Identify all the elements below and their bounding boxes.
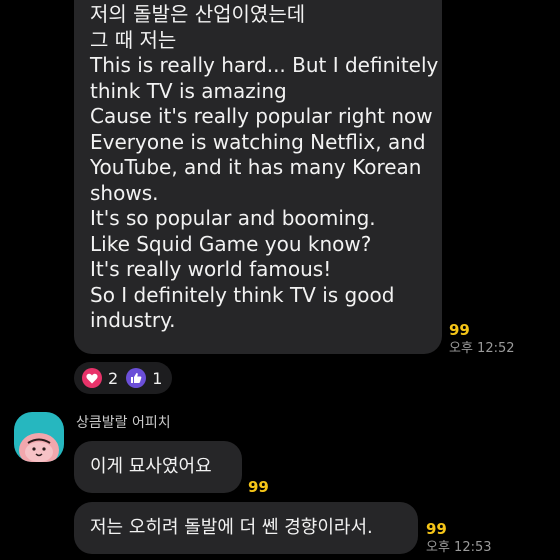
- heart-icon: [82, 368, 102, 388]
- message-line: industry.: [90, 308, 176, 332]
- message-time: 오후 12:53: [426, 540, 492, 555]
- reaction-count: 2: [108, 368, 119, 388]
- message-bubble[interactable]: 저의 돌발은 산업이였는데 그 때 저는 This is really hard…: [74, 0, 442, 354]
- message-line: YouTube, and it has many Korean: [90, 155, 422, 179]
- reaction-heart[interactable]: 2: [82, 368, 118, 388]
- unread-count: 99: [449, 321, 470, 339]
- message-line: Like Squid Game you know?: [90, 231, 372, 256]
- unread-count: 99: [248, 478, 269, 496]
- reaction-count: 1: [152, 368, 163, 388]
- message-line: Cause it's really popular right now: [90, 104, 433, 128]
- message-line: It's so popular and booming.: [90, 206, 376, 230]
- message-line: 그 때 저는: [90, 27, 177, 52]
- message-time: 오후 12:52: [449, 341, 515, 356]
- message-bubble[interactable]: 이게 묘사였어요: [74, 441, 242, 493]
- message-bubble[interactable]: 저는 오히려 돌발에 더 쎈 경향이라서.: [74, 502, 418, 554]
- unread-count: 99: [426, 520, 447, 538]
- sender-name: 상큼발랄 어피치: [76, 415, 171, 431]
- reaction-thumbs-up[interactable]: 1: [126, 368, 162, 388]
- message-line: It's really world famous!: [90, 257, 332, 281]
- message-line: 저의 돌발은 산업이였는데: [90, 2, 306, 26]
- message-line: think TV is amazing: [90, 78, 287, 103]
- chat-screen: 저의 돌발은 산업이였는데 그 때 저는 This is really hard…: [0, 0, 560, 560]
- message-line: This is really hard... But I definitely: [90, 53, 439, 77]
- message-line: So I definitely think TV is good: [90, 282, 395, 307]
- message-line: shows.: [90, 180, 159, 205]
- message-text: 이게 묘사였어요: [90, 456, 212, 477]
- apeach-avatar-icon[interactable]: [14, 412, 64, 462]
- reaction-bar[interactable]: 2 1: [74, 362, 172, 394]
- thumbs-up-icon: [126, 368, 147, 388]
- message-line: Everyone is watching Netflix, and: [90, 129, 426, 154]
- message-text: 저는 오히려 돌발에 더 쎈 경향이라서.: [90, 517, 373, 538]
